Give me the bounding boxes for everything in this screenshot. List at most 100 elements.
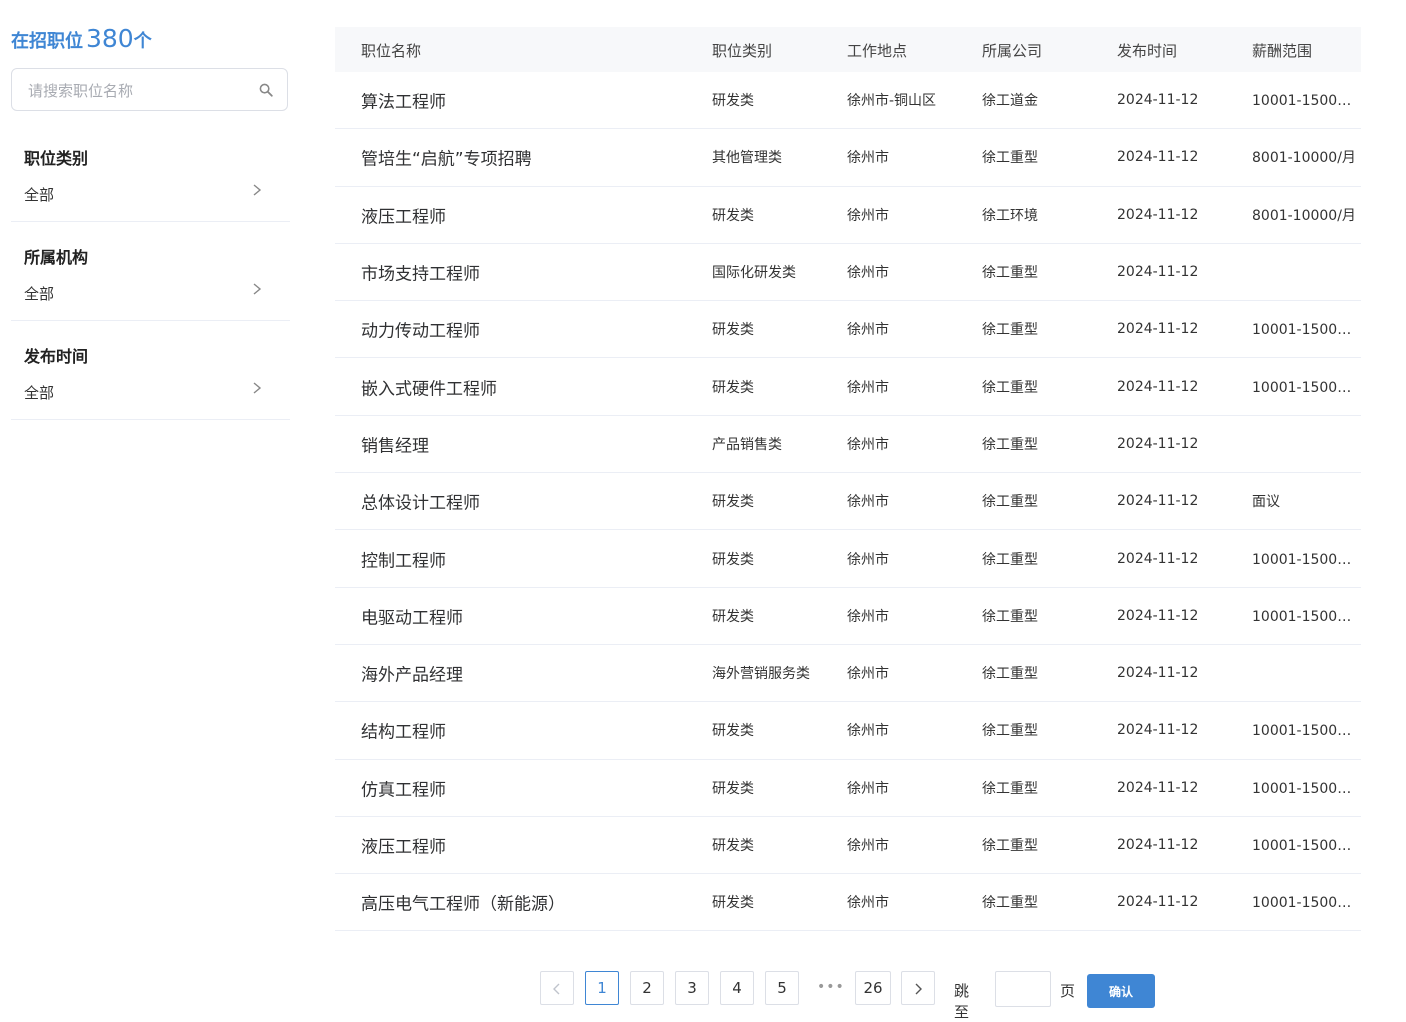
job-count-prefix: 在招职位 xyxy=(11,31,83,52)
publish-date: 2024-11-12 xyxy=(1117,607,1199,624)
header-location: 工作地点 xyxy=(847,42,908,60)
chevron-right-icon xyxy=(253,184,262,196)
page-button-last[interactable]: 26 xyxy=(855,971,891,1005)
header-job-category: 职位类别 xyxy=(712,42,773,60)
publish-date: 2024-11-12 xyxy=(1117,894,1199,911)
jump-page-input[interactable] xyxy=(995,971,1051,1007)
search-input[interactable] xyxy=(26,79,250,103)
prev-page-button[interactable] xyxy=(540,971,574,1005)
table-row[interactable]: 嵌入式硬件工程师 研发类 徐州市 徐工重型 2024-11-12 10001-15000/… xyxy=(335,358,1361,416)
job-category: 研发类 xyxy=(712,838,754,854)
chevron-right-icon xyxy=(253,382,262,394)
job-company: 徐工重型 xyxy=(982,322,1038,339)
chevron-right-icon xyxy=(253,283,262,295)
table-row[interactable]: 结构工程师 研发类 徐州市 徐工重型 2024-11-12 10001-15000/月 xyxy=(335,702,1361,760)
job-name[interactable]: 液压工程师 xyxy=(361,833,691,858)
publish-date: 2024-11-12 xyxy=(1117,264,1199,281)
job-name[interactable]: 嵌入式硬件工程师 xyxy=(361,374,691,399)
publish-date: 2024-11-12 xyxy=(1117,92,1199,109)
job-name[interactable]: 控制工程师 xyxy=(361,546,691,571)
job-company: 徐工重型 xyxy=(982,265,1038,282)
table-body: 算法工程师 研发类 徐州市-铜山区 徐工道金 2024-11-12 10001-15000… xyxy=(335,72,1361,932)
job-category: 研发类 xyxy=(712,780,754,797)
table-row[interactable]: 控制工程师 研发类 徐州市 徐工重型 2024-11-12 10001-15000/月 xyxy=(335,530,1361,588)
job-location: 徐州市 xyxy=(847,494,889,511)
job-company: 徐工重型 xyxy=(982,150,1038,167)
salary-range: 10001-15000/月 xyxy=(1252,93,1356,110)
page-ellipsis[interactable]: ••• xyxy=(817,979,845,995)
job-category: 研发类 xyxy=(712,322,754,339)
job-count-number: 380 xyxy=(86,24,134,53)
publish-date: 2024-11-12 xyxy=(1117,321,1199,338)
table-row[interactable]: 总体设计工程师 研发类 徐州市 徐工重型 2024-11-12 面议 xyxy=(335,473,1361,531)
table-row[interactable]: 销售经理 产品销售类 徐州市 徐工重型 2024-11-12 xyxy=(335,416,1361,474)
job-name[interactable]: 算法工程师 xyxy=(361,88,691,113)
table-row[interactable]: 市场支持工程师 国际化研发类 徐州市 徐工重型 2024-11-12 xyxy=(335,244,1361,302)
job-category: 研发类 xyxy=(712,608,754,625)
next-page-button[interactable] xyxy=(901,971,935,1005)
filter-value: 全部 xyxy=(24,384,55,402)
job-company: 徐工重型 xyxy=(982,838,1038,854)
job-category: 国际化研发类 xyxy=(712,265,796,282)
table-row[interactable]: 液压工程师 研发类 徐州市 徐工环境 2024-11-12 8001-10000/月 xyxy=(335,187,1361,244)
job-location: 徐州市-铜山区 xyxy=(847,93,937,110)
job-location: 徐州市 xyxy=(847,322,889,339)
table-row[interactable]: 海外产品经理 海外营销服务类 徐州市 徐工重型 2024-11-12 xyxy=(335,645,1361,703)
job-company: 徐工重型 xyxy=(982,780,1038,797)
job-company: 徐工重型 xyxy=(982,895,1038,912)
page-unit-label: 页 xyxy=(1060,982,1076,1000)
job-name[interactable]: 市场支持工程师 xyxy=(361,260,691,285)
page-button-4[interactable]: 4 xyxy=(720,971,754,1005)
job-category: 研发类 xyxy=(712,723,754,740)
job-name[interactable]: 销售经理 xyxy=(361,431,691,456)
page-button-5[interactable]: 5 xyxy=(765,971,799,1005)
publish-date: 2024-11-12 xyxy=(1117,206,1199,223)
job-company: 徐工重型 xyxy=(982,666,1038,683)
table-header: 职位名称 职位类别 工作地点 所属公司 发布时间 薪酬范围 xyxy=(335,27,1361,72)
job-name[interactable]: 液压工程师 xyxy=(361,202,691,227)
job-category: 研发类 xyxy=(712,551,754,568)
table-row[interactable]: 高压电气工程师（新能源） 研发类 徐州市 徐工重型 2024-11-12 10001-15… xyxy=(335,874,1361,932)
header-job-name: 职位名称 xyxy=(361,42,422,60)
table-row[interactable]: 算法工程师 研发类 徐州市-铜山区 徐工道金 2024-11-12 10001-15000… xyxy=(335,72,1361,130)
table-row[interactable]: 电驱动工程师 研发类 徐州市 徐工重型 2024-11-12 10001-15000/月 xyxy=(335,588,1361,645)
filter-publish-time[interactable]: 发布时间 全部 xyxy=(11,321,290,420)
page-button-2[interactable]: 2 xyxy=(630,971,664,1005)
job-name[interactable]: 高压电气工程师（新能源） xyxy=(361,890,691,915)
salary-range: 10001-15000/月 xyxy=(1252,551,1356,568)
job-name[interactable]: 海外产品经理 xyxy=(361,661,691,686)
job-name[interactable]: 结构工程师 xyxy=(361,718,691,743)
page-button-3[interactable]: 3 xyxy=(675,971,709,1005)
job-name[interactable]: 电驱动工程师 xyxy=(361,603,691,628)
publish-date: 2024-11-12 xyxy=(1117,550,1199,567)
job-name[interactable]: 总体设计工程师 xyxy=(361,489,691,514)
publish-date: 2024-11-12 xyxy=(1117,665,1199,682)
filter-title: 发布时间 xyxy=(24,347,89,366)
salary-range: 8001-10000/月 xyxy=(1252,207,1356,224)
publish-date: 2024-11-12 xyxy=(1117,779,1199,796)
job-company: 徐工重型 xyxy=(982,723,1038,740)
job-name[interactable]: 管培生“启航”专项招聘 xyxy=(361,145,691,170)
jump-to-label: 跳至 xyxy=(954,982,970,1021)
chevron-left-icon xyxy=(553,983,560,994)
job-location: 徐州市 xyxy=(847,551,889,568)
table-row[interactable]: 仿真工程师 研发类 徐州市 徐工重型 2024-11-12 10001-15000/月 xyxy=(335,760,1361,817)
table-row[interactable]: 液压工程师 研发类 徐州市 徐工重型 2024-11-12 10001-15000/月 xyxy=(335,817,1361,875)
filter-organization[interactable]: 所属机构 全部 xyxy=(11,222,290,321)
confirm-jump-button[interactable]: 确认 xyxy=(1087,974,1155,1008)
job-category: 产品销售类 xyxy=(712,436,782,453)
search-icon[interactable] xyxy=(259,83,273,97)
table-row[interactable]: 动力传动工程师 研发类 徐州市 徐工重型 2024-11-12 10001-15000/月 xyxy=(335,301,1361,359)
salary-range: 10001-15000/月 xyxy=(1252,608,1356,625)
job-category: 海外营销服务类 xyxy=(712,666,810,683)
job-name[interactable]: 仿真工程师 xyxy=(361,775,691,800)
publish-date: 2024-11-12 xyxy=(1117,722,1199,739)
salary-range: 10001-15000/月 xyxy=(1252,322,1356,339)
publish-date: 2024-11-12 xyxy=(1117,837,1199,853)
page-button-1[interactable]: 1 xyxy=(585,971,619,1005)
salary-range: 10001-15000/月 xyxy=(1252,379,1356,396)
job-count-title: 在招职位 380个 xyxy=(11,24,152,53)
table-row[interactable]: 管培生“启航”专项招聘 其他管理类 徐州市 徐工重型 2024-11-12 8001-10… xyxy=(335,129,1361,187)
job-name[interactable]: 动力传动工程师 xyxy=(361,317,691,342)
filter-job-category[interactable]: 职位类别 全部 xyxy=(11,123,290,222)
